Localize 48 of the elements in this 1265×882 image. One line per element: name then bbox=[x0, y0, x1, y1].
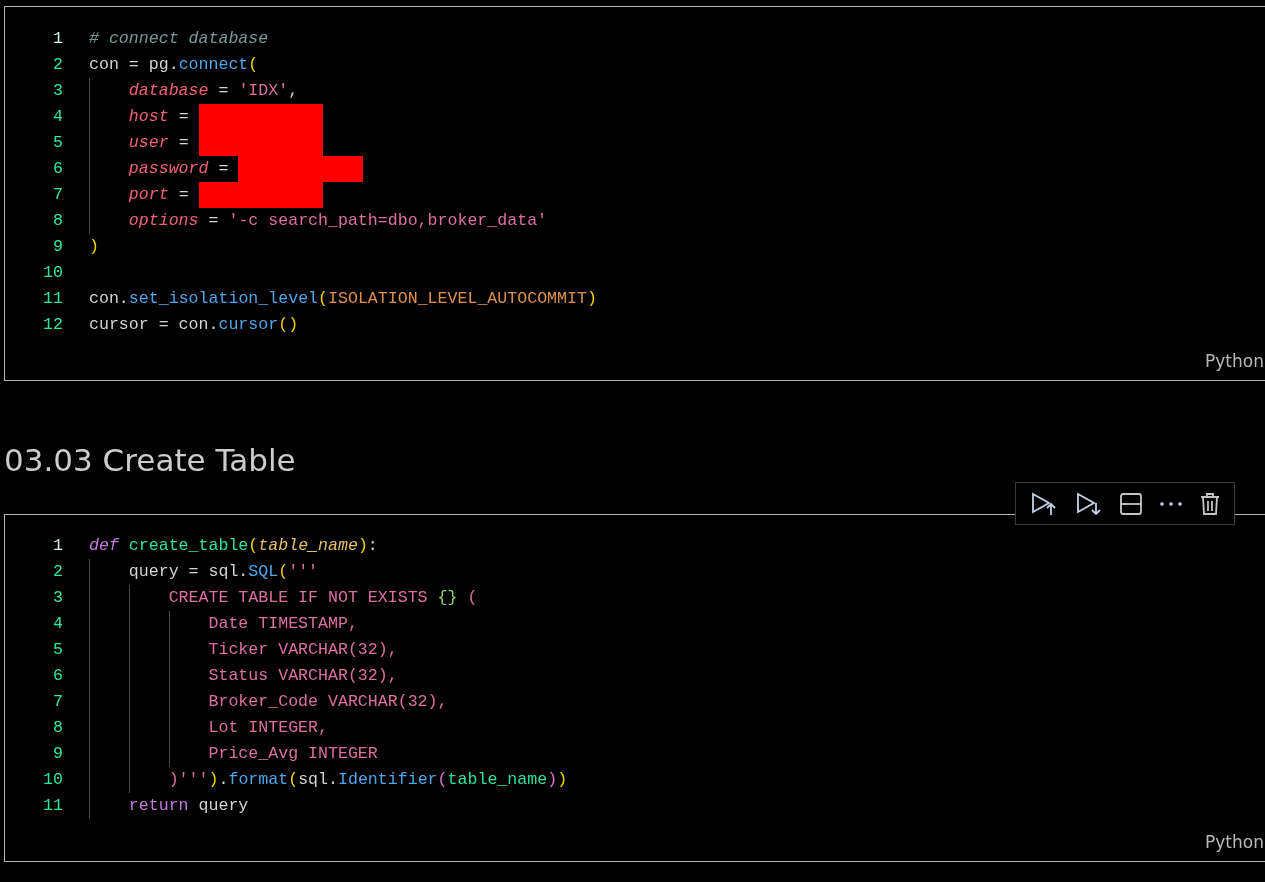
line-number: 3 bbox=[52, 586, 63, 609]
code-text: def create_table(table_name): bbox=[89, 534, 378, 557]
code-text: query = sql.SQL(''' bbox=[128, 560, 319, 583]
line-number: 6 bbox=[52, 157, 63, 180]
line-number: 10 bbox=[42, 768, 63, 791]
code-text: database = 'IDX', bbox=[128, 79, 299, 102]
code-text: options = '-c search_path=dbo,broker_data' bbox=[128, 209, 548, 232]
line-number: 4 bbox=[52, 612, 63, 635]
code-text: con.set_isolation_level(ISOLATION_LEVEL_AUTOCOMMIT) bbox=[89, 287, 597, 310]
code-text: ) bbox=[89, 235, 99, 258]
line-number: 9 bbox=[52, 742, 63, 765]
code-text: port = bbox=[128, 183, 190, 206]
language-label[interactable]: Python bbox=[1205, 829, 1264, 855]
code-text: Price_Avg INTEGER bbox=[208, 742, 378, 765]
line-number: 7 bbox=[52, 690, 63, 713]
line-number: 9 bbox=[52, 235, 63, 258]
code-text: cursor = con.cursor() bbox=[89, 313, 299, 336]
code-text: Lot INTEGER, bbox=[208, 716, 328, 739]
code-text: Broker_Code VARCHAR(32), bbox=[208, 690, 448, 713]
code-text: Status VARCHAR(32), bbox=[208, 664, 398, 687]
line-number: 5 bbox=[52, 638, 63, 661]
line-number: 8 bbox=[52, 209, 63, 232]
code-text: host = bbox=[128, 105, 190, 128]
code-text: con = pg.connect( bbox=[89, 53, 259, 76]
line-number: 1 bbox=[52, 27, 63, 50]
code-text: CREATE TABLE IF NOT EXISTS {} ( bbox=[168, 586, 478, 609]
code-text: )''').format(sql.Identifier(table_name)) bbox=[168, 768, 568, 791]
line-number: 5 bbox=[52, 131, 63, 154]
line-number: 11 bbox=[42, 287, 63, 310]
section-heading: 03.03 Create Table bbox=[4, 441, 296, 480]
code-text: Date TIMESTAMP, bbox=[208, 612, 358, 635]
line-number: 12 bbox=[42, 313, 63, 336]
code-text: # connect database bbox=[89, 27, 269, 50]
code-text: user = bbox=[128, 131, 190, 154]
code-text: password = bbox=[128, 157, 230, 180]
line-number: 1 bbox=[52, 534, 63, 557]
line-number: 4 bbox=[52, 105, 63, 128]
line-number: 8 bbox=[52, 716, 63, 739]
line-number: 6 bbox=[52, 664, 63, 687]
line-number: 11 bbox=[42, 794, 63, 817]
line-number: 10 bbox=[42, 261, 63, 284]
line-number: 2 bbox=[52, 53, 63, 76]
language-label[interactable]: Python bbox=[1205, 348, 1264, 374]
line-number: 3 bbox=[52, 79, 63, 102]
code-text: Ticker VARCHAR(32), bbox=[208, 638, 398, 661]
line-number: 2 bbox=[52, 560, 63, 583]
code-text: return query bbox=[128, 794, 249, 817]
line-number: 7 bbox=[52, 183, 63, 206]
